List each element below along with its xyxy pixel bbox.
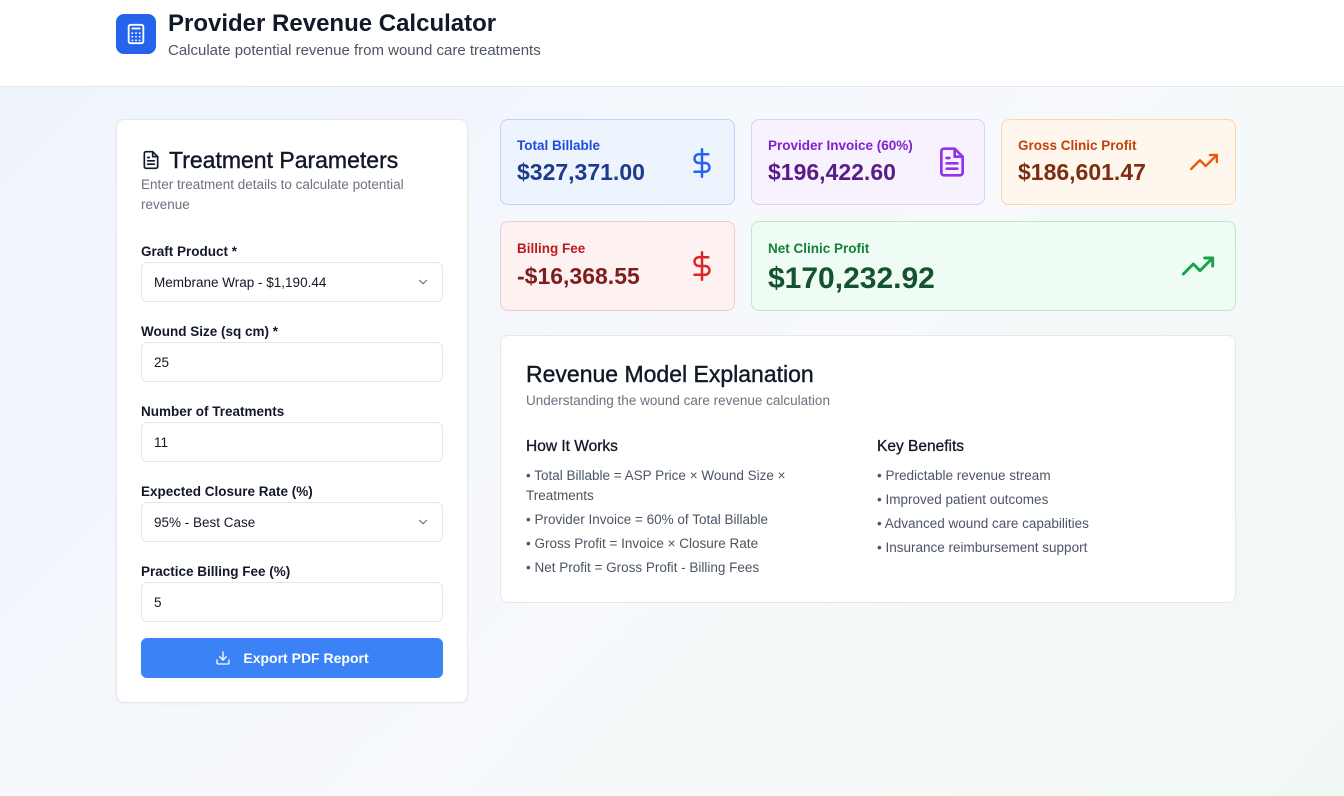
stat-value: $170,232.92 [768, 262, 935, 295]
treatments-label: Number of Treatments [141, 404, 285, 419]
stat-value: -$16,368.55 [517, 263, 640, 289]
explanation-subtitle: Understanding the wound care revenue cal… [526, 393, 830, 408]
graft-product-select[interactable]: Membrane Wrap - $1,190.44 [141, 262, 443, 302]
list-item: • Provider Invoice = 60% of Total Billab… [526, 512, 768, 527]
billing-fee-value: 5 [154, 594, 162, 610]
trending-up-icon [1190, 153, 1218, 171]
revenue-model-explanation-card: Revenue Model Explanation Understanding … [500, 335, 1236, 603]
card-title: Treatment Parameters [169, 147, 399, 173]
chevron-down-icon [418, 519, 428, 525]
graft-product-value: Membrane Wrap - $1,190.44 [154, 274, 327, 290]
calculator-icon [116, 14, 156, 54]
gross-clinic-profit-card: Gross Clinic Profit $186,601.47 [1001, 119, 1236, 205]
export-pdf-button[interactable]: Export PDF Report [141, 638, 443, 678]
dollar-icon [693, 148, 711, 178]
page-title: Provider Revenue Calculator [168, 10, 497, 37]
provider-invoice-card: Provider Invoice (60%) $196,422.60 [751, 119, 985, 205]
document-icon [940, 147, 964, 177]
how-it-works-heading: How It Works [526, 438, 618, 455]
treatments-value: 11 [154, 434, 169, 450]
stat-label: Provider Invoice (60%) [768, 138, 913, 153]
closure-rate-select[interactable]: 95% - Best Case [141, 502, 443, 542]
list-item: • Net Profit = Gross Profit - Billing Fe… [526, 560, 760, 575]
list-item: • Total Billable = ASP Price × Wound Siz… [526, 468, 786, 503]
closure-rate-label: Expected Closure Rate (%) [141, 484, 313, 499]
stat-value: $186,601.47 [1018, 159, 1146, 185]
stat-label: Billing Fee [517, 241, 586, 256]
wound-size-label: Wound Size (sq cm) * [141, 324, 279, 339]
explanation-title: Revenue Model Explanation [526, 361, 814, 387]
how-it-works-list: • Total Billable = ASP Price × Wound Siz… [526, 466, 826, 582]
treatments-input[interactable]: 11 [141, 422, 443, 462]
card-title-row: Treatment Parameters [141, 146, 398, 174]
chevron-down-icon [418, 279, 428, 285]
download-icon [216, 651, 231, 665]
key-benefits-list: • Predictable revenue stream • Improved … [877, 466, 1197, 562]
closure-rate-value: 95% - Best Case [154, 514, 256, 530]
card-description: Enter treatment details to calculate pot… [141, 177, 404, 212]
list-item: • Improved patient outcomes [877, 492, 1049, 507]
list-item: • Gross Profit = Invoice × Closure Rate [526, 536, 759, 551]
stat-label: Gross Clinic Profit [1018, 138, 1137, 153]
list-item: • Insurance reimbursement support [877, 540, 1088, 555]
billing-fee-label: Practice Billing Fee (%) [141, 564, 291, 579]
export-button-label: Export PDF Report [243, 650, 369, 666]
dollar-icon [693, 251, 711, 281]
list-item: • Predictable revenue stream [877, 468, 1051, 483]
treatment-parameters-card: Treatment Parameters Enter treatment det… [116, 119, 468, 703]
stat-value: $327,371.00 [517, 159, 645, 185]
stat-label: Net Clinic Profit [768, 241, 870, 256]
key-benefits-heading: Key Benefits [877, 438, 965, 455]
graft-product-label: Graft Product * [141, 244, 238, 259]
billing-fee-card: Billing Fee -$16,368.55 [500, 221, 735, 311]
trending-up-icon [1181, 256, 1215, 276]
wound-size-value: 25 [154, 354, 170, 370]
stat-label: Total Billable [517, 138, 601, 153]
list-item: • Advanced wound care capabilities [877, 516, 1089, 531]
total-billable-card: Total Billable $327,371.00 [500, 119, 735, 205]
page-subtitle: Calculate potential revenue from wound c… [168, 42, 541, 59]
wound-size-input[interactable]: 25 [141, 342, 443, 382]
app-header: Provider Revenue Calculator Calculate po… [0, 0, 1344, 87]
stat-value: $196,422.60 [768, 159, 896, 185]
net-clinic-profit-card: Net Clinic Profit $170,232.92 [751, 221, 1236, 311]
billing-fee-input[interactable]: 5 [141, 582, 443, 622]
document-icon [143, 150, 159, 170]
